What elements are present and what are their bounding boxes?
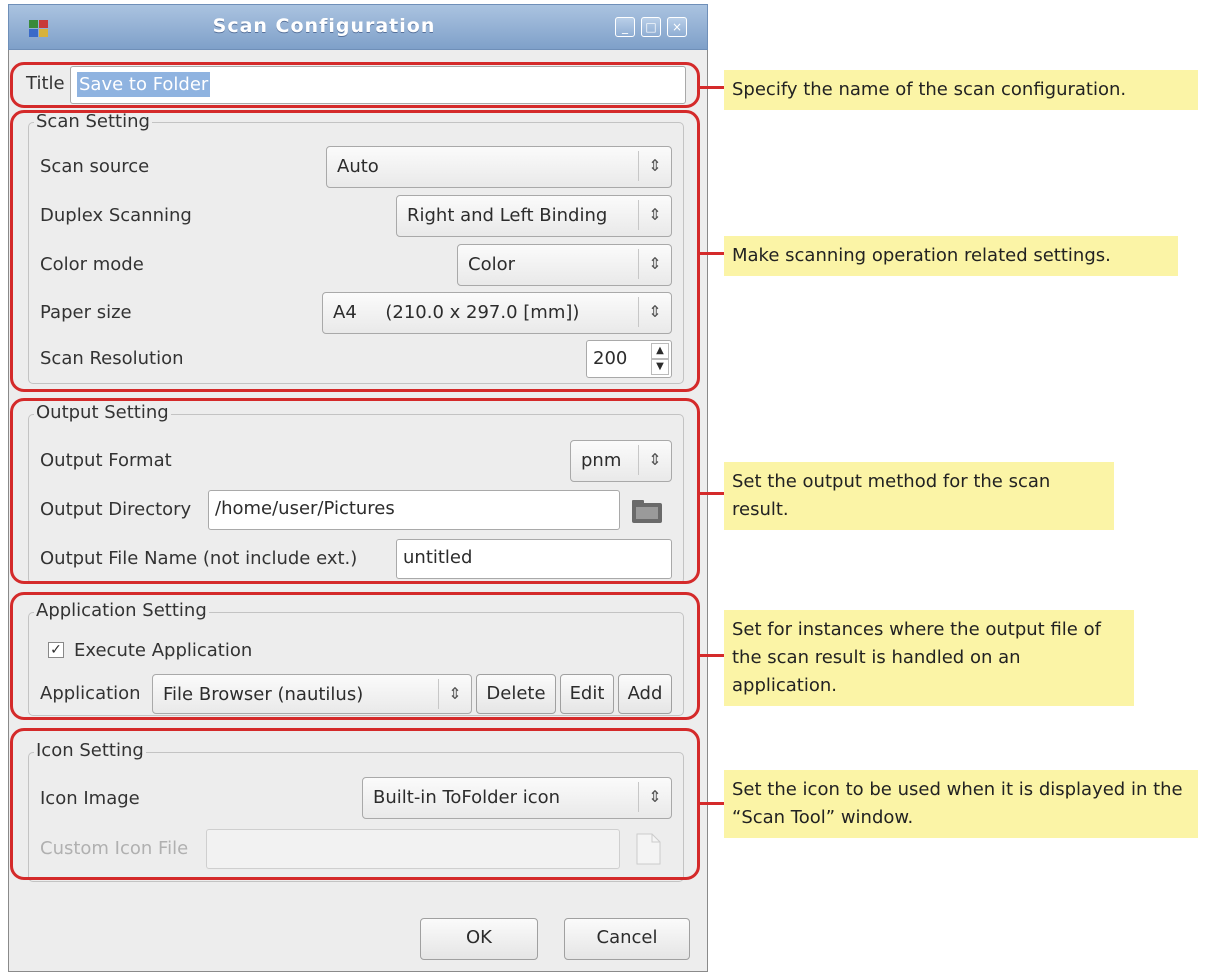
application-connector — [698, 654, 724, 657]
callout-application: Set for instances where the output file … — [724, 610, 1134, 706]
maximize-icon[interactable]: □ — [641, 17, 661, 37]
title-bar[interactable]: Scan Configuration _ □ × — [8, 4, 708, 50]
ok-button[interactable]: OK — [420, 918, 538, 960]
callout-output: Set the output method for the scan resul… — [724, 462, 1114, 530]
icon-connector — [698, 802, 724, 805]
window-title: Scan Configuration — [212, 15, 436, 37]
callout-icon: Set the icon to be used when it is displ… — [724, 770, 1198, 838]
output-setting-highlight-box — [10, 398, 700, 584]
callout-title: Specify the name of the scan configurati… — [724, 70, 1198, 110]
scan-connector — [698, 252, 724, 255]
minimize-icon[interactable]: _ — [615, 17, 635, 37]
icon-setting-highlight-box — [10, 728, 700, 880]
close-icon[interactable]: × — [667, 17, 687, 37]
callout-scan: Make scanning operation related settings… — [724, 236, 1178, 276]
title-connector — [698, 86, 724, 89]
cancel-button[interactable]: Cancel — [564, 918, 690, 960]
scan-setting-highlight-box — [10, 110, 700, 392]
title-highlight-box — [10, 62, 700, 108]
application-setting-highlight-box — [10, 592, 700, 720]
output-connector — [698, 492, 724, 495]
